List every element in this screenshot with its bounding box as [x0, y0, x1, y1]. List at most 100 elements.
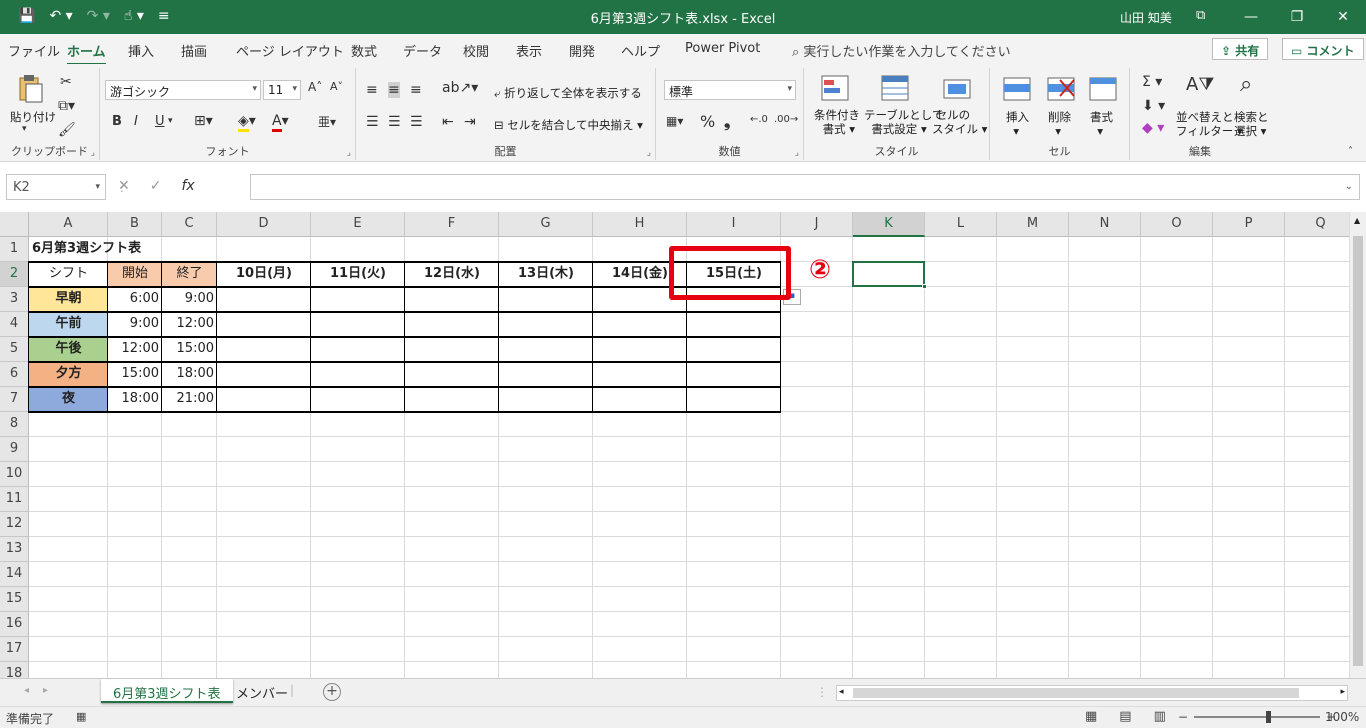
scroll-up-icon[interactable]: ▲	[1354, 216, 1360, 225]
insert-cells-button[interactable]: 挿入 ▾	[1006, 110, 1029, 138]
column-header-o[interactable]: O	[1141, 212, 1213, 237]
insert-function-icon[interactable]: fx	[181, 178, 194, 194]
italic-button[interactable]: I	[134, 114, 138, 129]
shift-start-cell[interactable]: 12:00	[108, 337, 162, 362]
zoom-level[interactable]: 100%	[1325, 710, 1359, 724]
schedule-cell[interactable]	[405, 312, 499, 337]
zoom-out-icon[interactable]: −	[1178, 710, 1188, 724]
header-end-cell[interactable]: 終了	[162, 262, 217, 287]
formula-input[interactable]: ⌄	[250, 174, 1360, 200]
shift-name-cell[interactable]: 夜	[29, 387, 108, 412]
font-launcher-icon[interactable]: ⌟	[347, 148, 351, 158]
alignment-launcher-icon[interactable]: ⌟	[647, 148, 651, 158]
row-header-14[interactable]: 14	[0, 562, 29, 587]
cancel-icon[interactable]: ✕	[118, 178, 130, 194]
underline-button[interactable]: U	[155, 114, 165, 129]
page-break-view-icon[interactable]: ▥	[1154, 709, 1166, 724]
schedule-cell[interactable]	[687, 337, 781, 362]
zoom-slider[interactable]	[1194, 711, 1321, 723]
delete-cells-button[interactable]: 削除 ▾	[1048, 110, 1071, 138]
schedule-cell[interactable]	[499, 362, 593, 387]
close-icon[interactable]: ✕	[1320, 0, 1366, 34]
decrease-font-icon[interactable]: A˅	[330, 80, 343, 93]
align-center-icon[interactable]: ☰	[388, 114, 401, 130]
header-start-cell[interactable]: 開始	[108, 262, 162, 287]
row-header-8[interactable]: 8	[0, 412, 29, 437]
increase-decimal-icon[interactable]: ←.0	[750, 114, 768, 125]
increase-indent-icon[interactable]: ⇥	[464, 114, 476, 130]
schedule-cell[interactable]	[217, 362, 311, 387]
header-shift-cell[interactable]: シフト	[29, 262, 108, 287]
collapse-ribbon-icon[interactable]: ˄	[1348, 146, 1353, 157]
row-header-18[interactable]: 18	[0, 662, 29, 678]
font-size-combo[interactable]: 11 ▾	[263, 80, 301, 100]
shift-end-cell[interactable]: 15:00	[162, 337, 217, 362]
row-header-11[interactable]: 11	[0, 487, 29, 512]
phonetic-icon[interactable]: 亜▾	[318, 113, 336, 130]
align-right-icon[interactable]: ☰	[410, 114, 423, 130]
schedule-cell[interactable]	[593, 312, 687, 337]
clipboard-launcher-icon[interactable]: ⌟	[91, 148, 95, 158]
tab-view[interactable]: 表示	[516, 41, 542, 60]
row-header-1[interactable]: 1	[0, 237, 29, 262]
sheet-tab-shift[interactable]: 6月第3週シフト表	[101, 679, 233, 703]
column-header-p[interactable]: P	[1213, 212, 1285, 237]
tab-draw[interactable]: 描画	[181, 41, 207, 60]
schedule-cell[interactable]	[593, 362, 687, 387]
row-header-10[interactable]: 10	[0, 462, 29, 487]
schedule-cell[interactable]	[593, 387, 687, 412]
sheet-nav-arrows-icon[interactable]: ◂▸	[24, 685, 62, 696]
sort-filter-icon[interactable]: A⧩	[1186, 74, 1214, 95]
increase-font-icon[interactable]: A˄	[308, 80, 322, 94]
schedule-cell[interactable]	[311, 337, 405, 362]
number-format-combo[interactable]: 標準 ▾	[664, 80, 796, 100]
find-select-icon[interactable]: ⌕	[1240, 72, 1252, 97]
decrease-decimal-icon[interactable]: .00→	[774, 114, 798, 125]
sort-filter-button[interactable]: 並べ替えと フィルター ▾	[1176, 110, 1243, 138]
row-header-13[interactable]: 13	[0, 537, 29, 562]
row-header-15[interactable]: 15	[0, 587, 29, 612]
header-day-cell[interactable]: 10日(月)	[217, 262, 311, 287]
comma-style-icon[interactable]: ❟	[724, 112, 730, 132]
tab-power-pivot[interactable]: Power Pivot	[685, 41, 760, 56]
schedule-cell[interactable]	[499, 337, 593, 362]
worksheet-grid[interactable]: A B C D E F G H I J K L M N O P Q 1 2 3 4 5 6 7 8 9 10 11 12 13 14 15 16…	[0, 212, 1366, 678]
share-button[interactable]: ⇪ 共有	[1212, 38, 1269, 60]
shift-start-cell[interactable]: 15:00	[108, 362, 162, 387]
column-header-k[interactable]: K	[853, 212, 925, 237]
borders-icon[interactable]: ⊞▾	[194, 113, 213, 129]
schedule-cell[interactable]	[217, 337, 311, 362]
cell-styles-button[interactable]: セルの スタイル ▾	[932, 108, 987, 136]
schedule-cell[interactable]	[311, 287, 405, 312]
delete-cells-icon[interactable]	[1046, 74, 1078, 106]
row-header-7[interactable]: 7	[0, 387, 29, 412]
row-header-17[interactable]: 17	[0, 637, 29, 662]
expand-formula-bar-icon[interactable]: ⌄	[1345, 181, 1353, 192]
select-all-corner[interactable]	[0, 212, 29, 237]
conditional-format-button[interactable]: 条件付き 書式 ▾	[814, 108, 860, 136]
schedule-cell[interactable]	[405, 387, 499, 412]
format-cells-icon[interactable]	[1088, 74, 1120, 106]
number-launcher-icon[interactable]: ⌟	[795, 148, 799, 158]
fill-color-icon[interactable]: ◈▾	[238, 113, 256, 132]
schedule-cell[interactable]	[311, 312, 405, 337]
column-header-m[interactable]: M	[997, 212, 1069, 237]
percent-icon[interactable]: %	[700, 112, 715, 131]
wrap-text-button[interactable]: ⤶ 折り返して全体を表示する	[494, 86, 642, 100]
row-header-2[interactable]: 2	[0, 262, 29, 287]
row-header-3[interactable]: 3	[0, 287, 29, 312]
autosum-icon[interactable]: Σ ▾	[1142, 74, 1162, 90]
schedule-cell[interactable]	[499, 312, 593, 337]
enter-icon[interactable]: ✓	[150, 178, 162, 194]
scroll-right-icon[interactable]: ▸	[1340, 687, 1345, 697]
tab-review[interactable]: 校閲	[463, 41, 489, 60]
schedule-cell[interactable]	[405, 287, 499, 312]
minimize-icon[interactable]: —	[1228, 0, 1274, 34]
align-bottom-icon[interactable]: ≡	[410, 82, 422, 98]
column-header-q[interactable]: Q	[1285, 212, 1357, 237]
column-header-n[interactable]: N	[1069, 212, 1141, 237]
shift-name-cell[interactable]: 午前	[29, 312, 108, 337]
tab-formulas[interactable]: 数式	[351, 41, 377, 60]
column-header-d[interactable]: D	[217, 212, 311, 237]
shift-name-cell[interactable]: 午後	[29, 337, 108, 362]
